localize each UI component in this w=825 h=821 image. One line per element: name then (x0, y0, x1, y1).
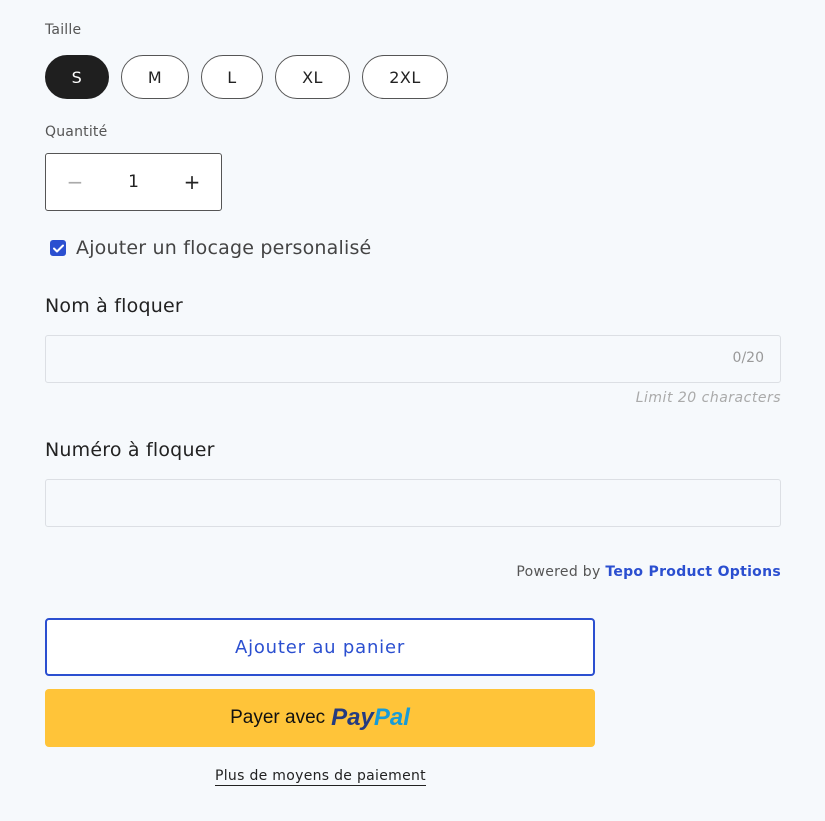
more-payment-options-link[interactable]: Plus de moyens de paiement (215, 768, 426, 786)
product-form: Taille S M L XL 2XL Quantité − 1 + Ajout… (0, 0, 825, 821)
quantity-decrease-button[interactable]: − (46, 154, 104, 210)
add-to-cart-button[interactable]: Ajouter au panier (45, 618, 595, 676)
name-limit-hint: Limit 20 characters (635, 390, 781, 406)
name-input[interactable]: 0/20 (45, 335, 781, 383)
size-option-l[interactable]: L (201, 55, 263, 99)
powered-by-link[interactable]: Tepo Product Options (605, 564, 781, 580)
flocage-checkbox[interactable] (50, 240, 66, 256)
size-option-2xl[interactable]: 2XL (362, 55, 448, 99)
flocage-label: Ajouter un flocage personalisé (76, 237, 372, 259)
checkmark-icon (52, 244, 64, 252)
quantity-increase-button[interactable]: + (163, 154, 221, 210)
paypal-logo: PayPal (331, 704, 410, 732)
size-option-s[interactable]: S (45, 55, 109, 99)
quantity-label: Quantité (45, 124, 108, 140)
size-options: S M L XL 2XL (45, 55, 448, 99)
paypal-prefix: Payer avec (230, 707, 326, 728)
number-field-title: Numéro à floquer (45, 439, 215, 461)
powered-by: Powered by Tepo Product Options (516, 564, 781, 580)
size-label: Taille (45, 22, 82, 38)
paypal-button[interactable]: Payer avec PayPal (45, 689, 595, 747)
number-input[interactable] (45, 479, 781, 527)
powered-by-prefix: Powered by (516, 564, 601, 580)
paypal-logo-pay: Pay (331, 704, 374, 731)
paypal-logo-pal: Pal (373, 704, 410, 731)
size-option-xl[interactable]: XL (275, 55, 350, 99)
quantity-stepper: − 1 + (45, 153, 222, 211)
size-option-m[interactable]: M (121, 55, 189, 99)
quantity-value[interactable]: 1 (109, 172, 159, 192)
flocage-option: Ajouter un flocage personalisé (50, 237, 371, 259)
name-char-counter: 0/20 (732, 350, 764, 366)
name-field-title: Nom à floquer (45, 295, 183, 317)
